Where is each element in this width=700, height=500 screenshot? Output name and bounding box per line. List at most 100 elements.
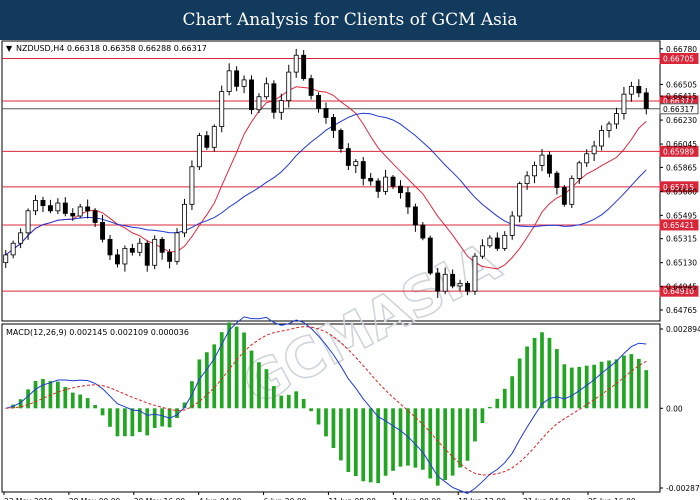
candle-body: [278, 100, 284, 113]
candle-body: [308, 78, 314, 96]
candle-body: [412, 206, 418, 226]
candle-body: [472, 255, 478, 292]
candle-body: [457, 283, 463, 287]
candle-body: [293, 54, 299, 73]
price-tick-label: 0.64765: [666, 306, 697, 315]
candle: [547, 151, 552, 178]
candle-body: [450, 273, 456, 287]
candle-body: [159, 238, 165, 253]
chart-legend: NZDUSD,H4 0.66318 0.66358 0.66288 0.6631…: [16, 44, 207, 53]
candle-body: [316, 95, 322, 109]
candle: [517, 181, 523, 223]
candle-body: [517, 183, 523, 217]
candle-body: [241, 79, 247, 87]
candle-body: [494, 237, 500, 249]
candle-body: [100, 222, 106, 240]
level-tag-label: 0.65421: [663, 221, 694, 230]
level-tag: 0.65421: [659, 219, 699, 231]
candle-body: [55, 202, 61, 212]
price-axis: 0.66780 0.66505 0.66415 0.66230 0.66045 0.658…: [660, 45, 697, 315]
price-tick-label: 0.66230: [666, 116, 697, 125]
banner-title: Chart Analysis for Clients of GCM Asia: [182, 10, 518, 30]
level-tag: 0.66705: [659, 53, 699, 64]
candle-body: [561, 187, 567, 205]
candle: [196, 132, 202, 170]
candle: [189, 160, 195, 211]
candle: [308, 74, 314, 100]
candle-body: [189, 166, 195, 205]
macd-tick-label: 0.002894: [666, 325, 700, 334]
candle: [211, 124, 217, 152]
candle-body: [383, 176, 389, 192]
candle-body: [547, 154, 552, 174]
candle-body: [584, 153, 590, 164]
candle-body: [524, 175, 530, 184]
candle: [174, 228, 180, 265]
candle-body: [25, 210, 31, 234]
candle-body: [360, 161, 366, 179]
candle: [427, 235, 433, 276]
level-tag: 0.66317: [659, 103, 699, 115]
candle-body: [219, 91, 225, 127]
candle-body: [107, 238, 113, 256]
time-axis: 23 May 201928 May 00:0030 May 16:004 Jun…: [3, 492, 636, 500]
candle-body: [465, 283, 470, 292]
candle-body: [77, 206, 83, 217]
candle-body: [18, 232, 24, 244]
candle-body: [569, 178, 575, 205]
candle-body: [502, 235, 508, 249]
chart-legend-arrow: ▼: [6, 44, 13, 53]
level-tag-label: 0.66705: [663, 55, 694, 64]
candle-body: [182, 203, 187, 234]
macd-legend: MACD(12,26,9) 0.002145 0.002109 0.000036: [6, 328, 189, 337]
candle: [219, 85, 225, 133]
candle: [420, 222, 426, 241]
price-tick-label: 0.65865: [666, 163, 697, 172]
candle-body: [3, 254, 9, 264]
candle-body: [70, 213, 76, 217]
main-panel: [1, 40, 661, 322]
candle-body: [606, 123, 612, 131]
candle-body: [375, 180, 381, 192]
price-tick-label: 0.66505: [666, 80, 697, 89]
candle-body: [509, 215, 515, 236]
candle-body: [636, 85, 642, 94]
price-tick-label: 0.65495: [666, 211, 697, 220]
candle-body: [226, 70, 232, 92]
macd-tick-label: -0.002871: [666, 484, 700, 493]
candle-body: [345, 148, 351, 166]
price-tick-label: 0.65680: [666, 187, 697, 196]
candle-body: [174, 232, 180, 262]
price-tick-label: 0.64945: [666, 283, 697, 292]
candle-body: [539, 154, 545, 166]
price-tick-label: 0.66780: [666, 45, 697, 54]
candle-body: [234, 70, 240, 87]
candle-body: [301, 54, 307, 79]
candle-body: [435, 272, 441, 292]
candle-body: [115, 254, 120, 265]
price-tick-label: 0.65130: [666, 259, 697, 268]
candle-body: [398, 185, 403, 194]
candle: [249, 75, 254, 115]
candle-body: [390, 176, 396, 187]
candle: [182, 198, 187, 238]
candle-body: [10, 242, 16, 256]
candle-body: [271, 83, 277, 113]
candle-body: [487, 237, 493, 247]
candle-body: [92, 210, 98, 223]
candle-body: [129, 248, 135, 253]
candle-body: [643, 92, 649, 109]
candle-body: [532, 165, 537, 177]
candle-body: [442, 273, 448, 292]
candle-body: [420, 224, 426, 239]
candle-body: [211, 126, 217, 148]
candle-body: [137, 242, 143, 253]
candle-body: [576, 162, 582, 179]
candle-body: [628, 85, 634, 95]
candle-body: [599, 130, 605, 147]
candle-body: [85, 206, 91, 212]
candle-body: [338, 130, 344, 149]
candle-body: [591, 145, 597, 155]
candle-body: [144, 242, 150, 266]
candle-body: [152, 238, 158, 266]
